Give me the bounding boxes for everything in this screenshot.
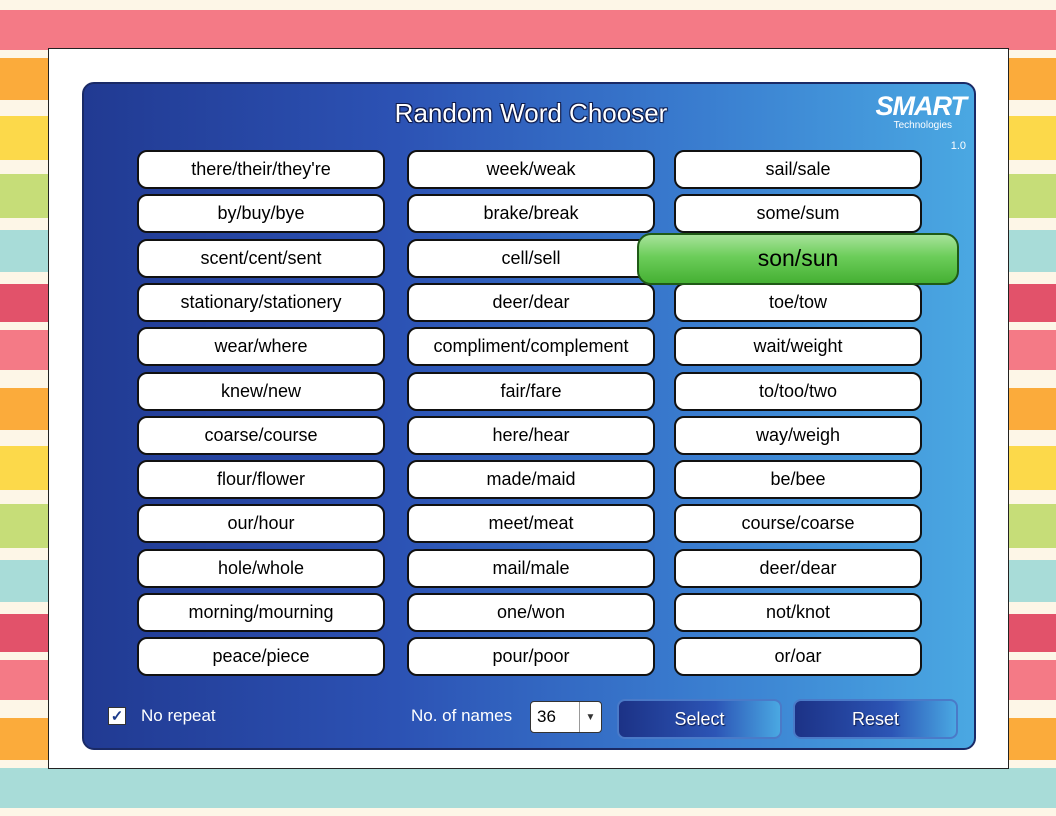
word-button[interactable]: week/weak	[407, 150, 655, 189]
word-button[interactable]: there/their/they're	[137, 150, 385, 189]
border-stripe-bottom-cream	[0, 808, 1056, 816]
no-of-names-label: No. of names	[411, 706, 513, 725]
word-button[interactable]: coarse/course	[137, 415, 385, 455]
word-button[interactable]: stationary/stationery	[137, 282, 385, 322]
logo-subtitle: Technologies	[893, 120, 952, 131]
word-button[interactable]: brake/break	[407, 194, 655, 234]
smart-logo: SMART Technologies	[866, 91, 967, 132]
word-button[interactable]: morning/mourning	[137, 593, 385, 632]
no-repeat-checkbox[interactable]: ✓	[108, 707, 126, 725]
no-of-names-select[interactable]: 36 ▼	[530, 701, 602, 733]
select-button[interactable]: Select	[617, 699, 782, 739]
logo-wordmark: SMART	[875, 91, 967, 121]
no-of-names-value: 36	[537, 707, 556, 726]
word-button[interactable]: here/hear	[407, 415, 655, 455]
word-button[interactable]: some/sum	[674, 194, 922, 234]
word-button[interactable]: toe/tow	[674, 282, 922, 322]
word-button[interactable]: by/buy/bye	[137, 194, 385, 234]
word-button[interactable]: peace/piece	[137, 637, 385, 677]
word-button[interactable]: made/maid	[407, 460, 655, 500]
border-stripe-top-pink	[0, 10, 1056, 50]
version-label: 1.0	[950, 140, 966, 152]
chevron-down-icon[interactable]: ▼	[579, 702, 601, 732]
word-button[interactable]: be/bee	[674, 460, 922, 500]
word-button[interactable]: way/weigh	[674, 415, 922, 455]
word-button[interactable]: meet/meat	[407, 504, 655, 544]
no-repeat-label: No repeat	[141, 706, 216, 725]
word-button[interactable]: fair/fare	[407, 371, 655, 411]
border-stripe-bottom	[0, 768, 1056, 808]
word-button[interactable]: compliment/complement	[407, 327, 655, 367]
word-button[interactable]: or/oar	[674, 637, 922, 677]
app-title: Random Word Chooser	[394, 98, 668, 128]
word-button[interactable]: deer/dear	[407, 282, 655, 322]
selected-word-button[interactable]: son/sun	[637, 232, 959, 285]
word-button[interactable]: one/won	[407, 593, 655, 632]
border-stripe-top	[0, 0, 1056, 10]
word-button[interactable]: flour/flower	[137, 460, 385, 500]
reset-button[interactable]: Reset	[793, 699, 958, 739]
word-button[interactable]: knew/new	[137, 371, 385, 411]
word-button[interactable]: mail/male	[407, 548, 655, 588]
word-button[interactable]: our/hour	[137, 504, 385, 544]
word-button[interactable]: scent/cent/sent	[137, 238, 385, 278]
word-button[interactable]: cell/sell	[407, 238, 655, 278]
word-button[interactable]: wait/weight	[674, 327, 922, 367]
word-button[interactable]: to/too/two	[674, 371, 922, 411]
checkmark-icon: ✓	[110, 708, 124, 725]
word-button[interactable]: hole/whole	[137, 548, 385, 588]
word-button[interactable]: course/coarse	[674, 504, 922, 544]
word-button[interactable]: not/knot	[674, 593, 922, 632]
word-button[interactable]: sail/sale	[674, 150, 922, 189]
word-button[interactable]: wear/where	[137, 327, 385, 367]
word-button[interactable]: deer/dear	[674, 548, 922, 588]
word-button[interactable]: pour/poor	[407, 637, 655, 677]
